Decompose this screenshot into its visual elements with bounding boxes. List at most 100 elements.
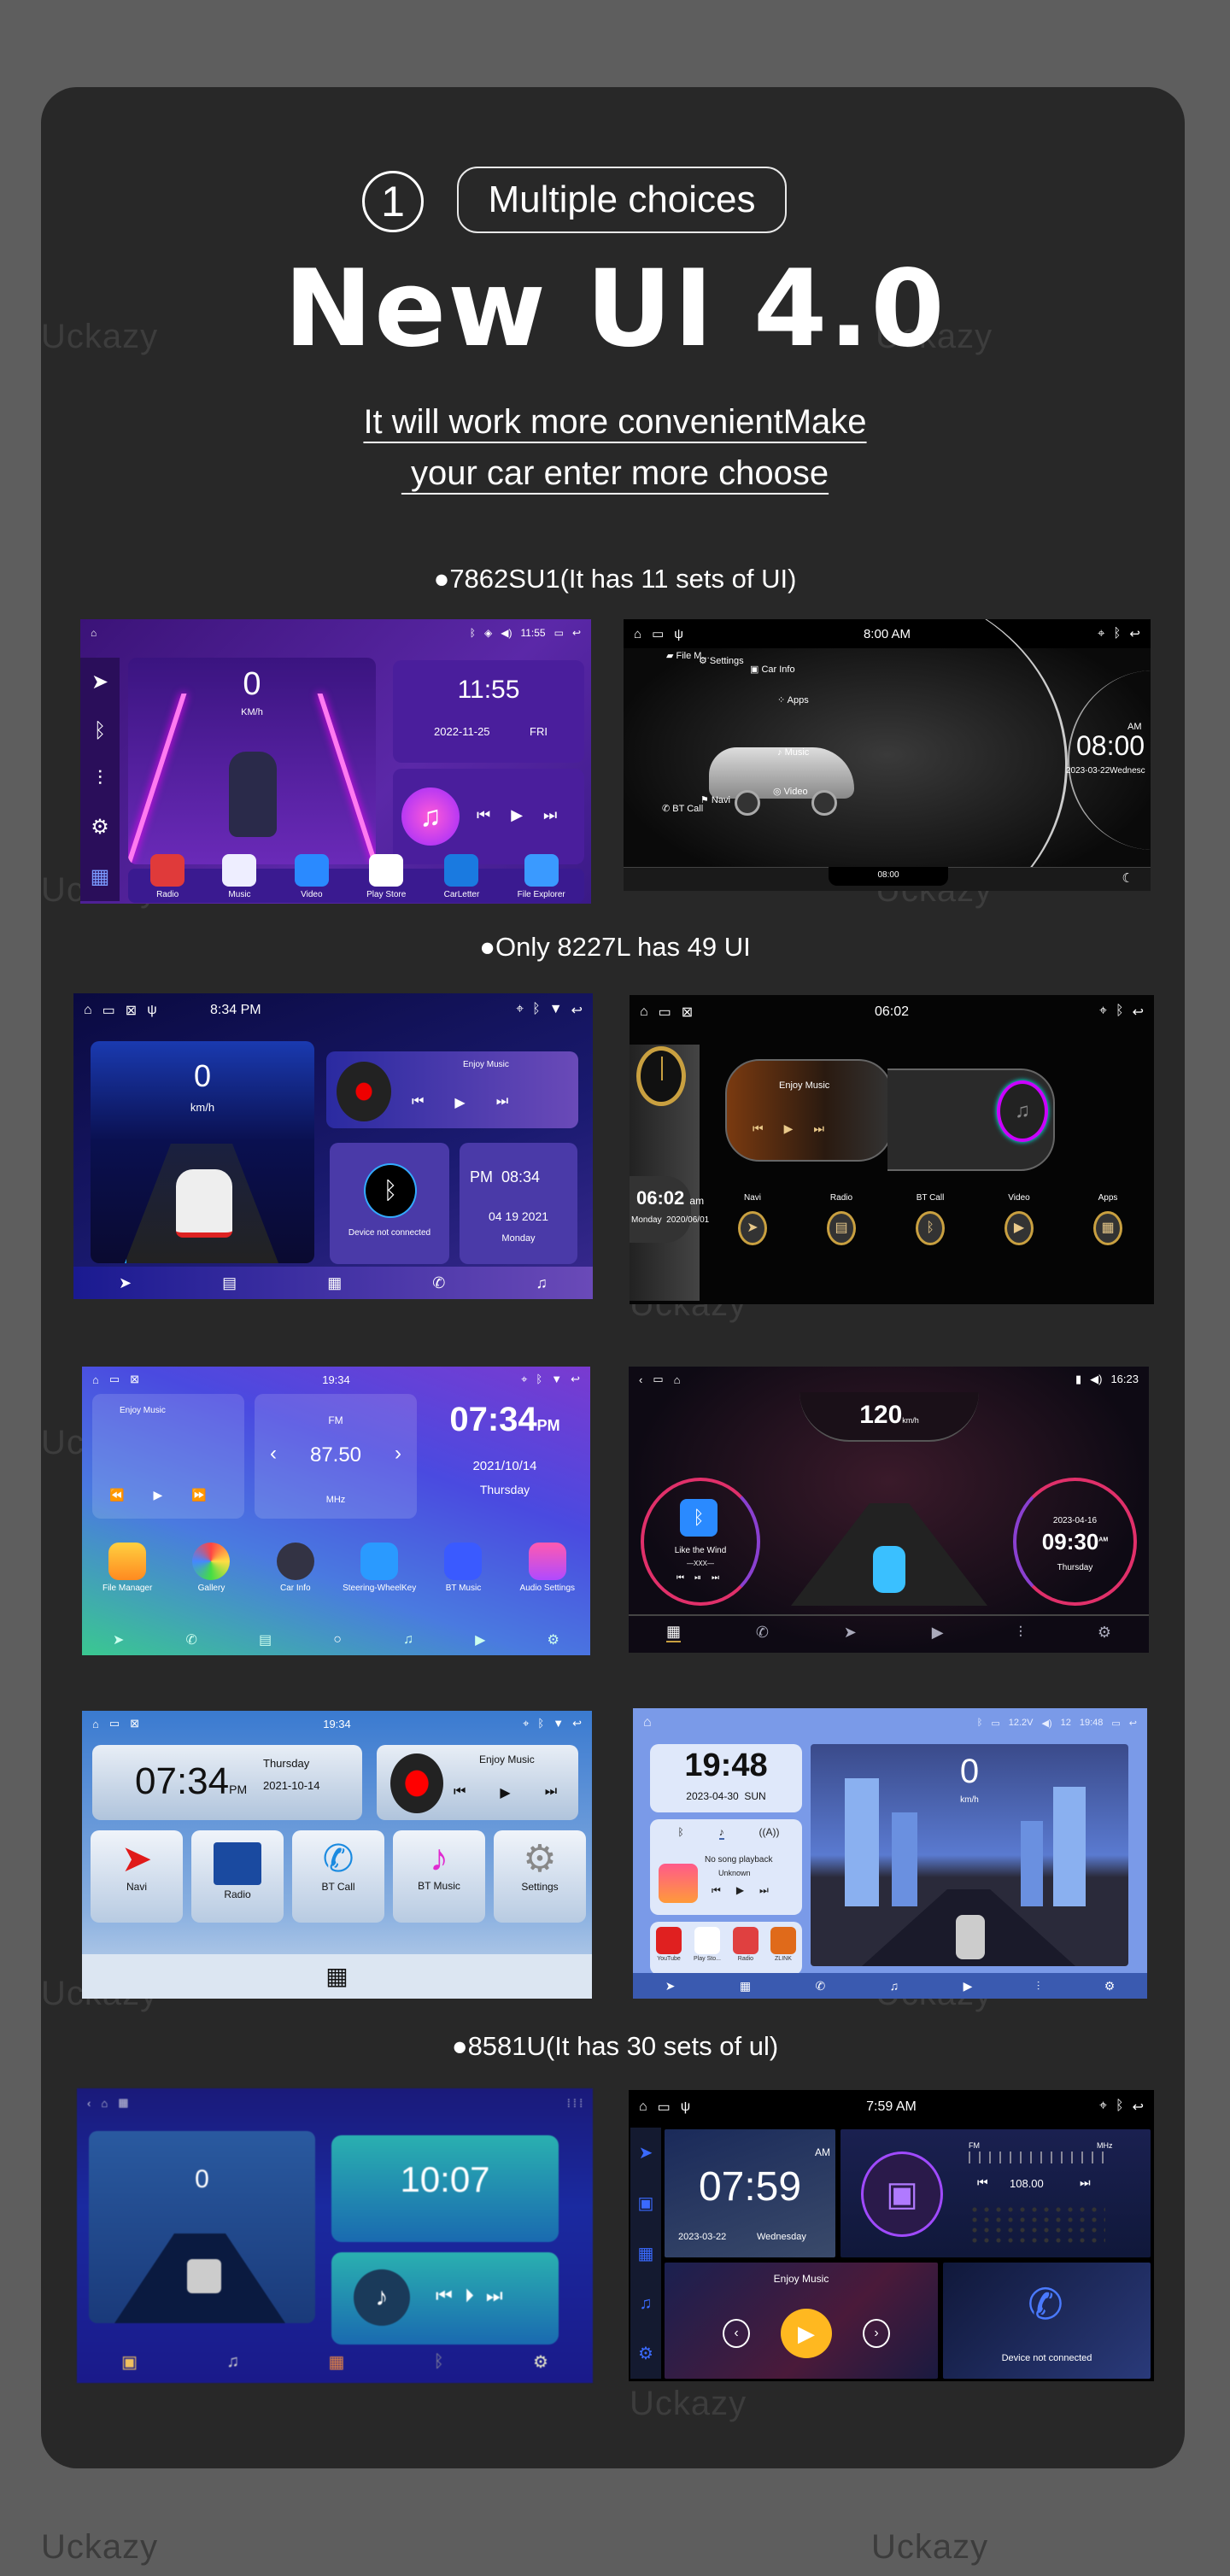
back-icon[interactable]: ↩ bbox=[1129, 626, 1140, 641]
app-radio[interactable]: Radio bbox=[150, 854, 185, 899]
app-bt-music[interactable]: BT Music bbox=[425, 1543, 501, 1593]
app-carletter[interactable]: CarLetter bbox=[444, 854, 479, 899]
gear-icon[interactable]: ⚙ bbox=[533, 2351, 548, 2373]
home-button-icon[interactable]: ○ bbox=[333, 1632, 342, 1648]
gear-icon[interactable]: ⚙ bbox=[548, 1631, 559, 1648]
next-icon[interactable]: ⏭ bbox=[813, 1121, 824, 1136]
back-icon[interactable]: ↩ bbox=[1133, 1004, 1144, 1021]
tile-bt-call[interactable]: ✆ BT Call bbox=[292, 1830, 384, 1923]
bluetooth-icon[interactable]: ᛒ bbox=[677, 1826, 683, 1840]
next-icon[interactable]: ⏭ bbox=[496, 1094, 508, 1111]
night-mode-icon[interactable]: ☾ bbox=[1122, 870, 1133, 886]
home-icon[interactable]: ⌂ bbox=[84, 1003, 92, 1018]
music-widget[interactable]: ♪ ⏮ ⏵ ⏭ bbox=[331, 2252, 559, 2345]
play-pause-icon[interactable]: ⏯ bbox=[694, 1573, 701, 1583]
home-icon[interactable]: ⌂ bbox=[101, 2097, 108, 2110]
app-play-store[interactable]: Play Store bbox=[366, 854, 406, 899]
apps-grid-icon[interactable]: ▦ bbox=[329, 2351, 345, 2373]
app-steering-wheel-key[interactable]: Steering-WheelKey bbox=[341, 1543, 418, 1593]
recent-apps-icon[interactable]: ▭ bbox=[109, 1373, 120, 1386]
recent-apps-icon[interactable]: ▭ bbox=[554, 627, 564, 639]
play-icon[interactable]: ▶ bbox=[784, 1121, 794, 1136]
app-bt-call[interactable]: BT Call ᛒ bbox=[916, 1193, 945, 1245]
back-icon[interactable]: ↩ bbox=[572, 627, 581, 639]
music-ring[interactable] bbox=[641, 1478, 760, 1606]
back-icon[interactable]: ↩ bbox=[572, 1717, 582, 1730]
clock-widget[interactable]: 11:55 2022-11-25 FRI bbox=[393, 660, 584, 763]
menu-navi[interactable]: ⚑ Navi bbox=[700, 794, 730, 805]
music-icon[interactable]: ♫ bbox=[890, 1979, 899, 1993]
play-icon[interactable]: ▶ bbox=[153, 1488, 162, 1502]
music-icon[interactable]: ♫ bbox=[640, 2294, 653, 2314]
back-icon[interactable]: ↩ bbox=[1133, 2099, 1144, 2116]
play-icon[interactable]: ▶ bbox=[511, 806, 523, 824]
music-widget[interactable]: ᛒ ♪ ((A)) No song playback Unknown ⏮ ▶ ⏭ bbox=[650, 1819, 802, 1915]
apps-icon[interactable]: ▦ bbox=[118, 2096, 128, 2110]
previous-icon[interactable]: ⏮ bbox=[676, 1573, 684, 1583]
clock-widget[interactable]: 19:48 2023-04-30 SUN bbox=[650, 1744, 802, 1812]
apps-grid-icon[interactable]: ▦ bbox=[638, 2243, 654, 2264]
recent-apps-icon[interactable]: ▭ bbox=[1111, 1718, 1120, 1729]
menu-apps[interactable]: ⁘ Apps bbox=[777, 694, 809, 705]
apps-grid-icon[interactable]: ▦ bbox=[665, 1623, 681, 1642]
music-widget[interactable] bbox=[725, 1059, 893, 1162]
phone-icon[interactable]: ✆ bbox=[186, 1631, 197, 1648]
gear-icon[interactable]: ⚙ bbox=[1098, 1624, 1111, 1642]
menu-video[interactable]: ◎ Video bbox=[773, 786, 808, 797]
video-icon[interactable]: ▶ bbox=[932, 1624, 944, 1642]
previous-icon[interactable]: ⏮ bbox=[454, 1784, 466, 1801]
navigation-icon[interactable]: ➤ bbox=[91, 670, 108, 694]
next-icon[interactable]: ⏭ bbox=[545, 1784, 557, 1801]
previous-icon[interactable]: ⏮ bbox=[412, 1094, 424, 1111]
next-icon[interactable]: ⏭ bbox=[543, 806, 557, 824]
home-icon[interactable]: ⌂ bbox=[640, 1004, 648, 1020]
app-apps[interactable]: Apps ▦ bbox=[1093, 1193, 1122, 1245]
play-icon[interactable]: ▶ bbox=[781, 2309, 832, 2358]
apps-grid-icon[interactable]: ▦ bbox=[91, 864, 110, 889]
tile-settings[interactable]: ⚙ Settings bbox=[494, 1830, 586, 1923]
rewind-icon[interactable]: ⏪ bbox=[109, 1488, 124, 1502]
tile-navi[interactable]: ➤ Navi bbox=[91, 1830, 183, 1923]
app-video[interactable]: Video ▶ bbox=[1004, 1193, 1034, 1245]
radio-icon[interactable]: ▣ bbox=[121, 2351, 138, 2373]
menu-car-info[interactable]: ▣ Car Info bbox=[750, 664, 795, 675]
recent-apps-icon[interactable]: ▭ bbox=[653, 1373, 663, 1386]
music-widget[interactable]: Enjoy Music ⏪ ▶ ⏩ bbox=[92, 1394, 244, 1519]
clock-widget[interactable]: 10:07 bbox=[331, 2135, 559, 2242]
next-station-icon[interactable]: › bbox=[395, 1442, 401, 1466]
radio-icon[interactable]: ▤ bbox=[259, 1631, 272, 1648]
app-video[interactable]: Video bbox=[294, 854, 329, 899]
gear-icon[interactable]: ⚙ bbox=[91, 815, 109, 840]
next-icon[interactable]: › bbox=[863, 2319, 890, 2348]
back-icon[interactable]: ‹ bbox=[87, 2097, 91, 2110]
bluetooth-icon[interactable]: ᛒ bbox=[434, 2352, 444, 2372]
navigation-icon[interactable]: ➤ bbox=[665, 1979, 676, 1993]
app-radio[interactable]: Radio ▤ bbox=[827, 1193, 856, 1245]
music-widget[interactable]: Enjoy Music ‹ ▶ › bbox=[665, 2263, 938, 2379]
recent-apps-icon[interactable]: ▭ bbox=[658, 2099, 671, 2116]
video-icon[interactable]: ▶ bbox=[475, 1631, 485, 1648]
recent-apps-icon[interactable]: ▭ bbox=[652, 626, 664, 641]
bluetooth-icon[interactable]: ᛒ bbox=[94, 719, 106, 743]
previous-icon[interactable]: ⏮ bbox=[753, 1121, 764, 1136]
app-gallery[interactable]: Gallery bbox=[173, 1543, 249, 1593]
next-icon[interactable]: ⏭ bbox=[712, 1573, 719, 1583]
home-icon[interactable]: ⌂ bbox=[634, 627, 641, 641]
screen-icon[interactable]: ⊠ bbox=[130, 1373, 139, 1386]
recent-apps-icon[interactable]: ▭ bbox=[102, 1002, 115, 1019]
navigation-icon[interactable]: ➤ bbox=[119, 1274, 132, 1292]
apps-grid-icon[interactable]: ▦ bbox=[327, 1274, 342, 1292]
back-icon[interactable]: ‹ bbox=[639, 1373, 642, 1386]
fast-forward-icon[interactable]: ⏩ bbox=[191, 1488, 206, 1502]
bluetooth-widget[interactable]: ᛒ Device not connected bbox=[330, 1143, 449, 1264]
music-icon[interactable]: ♫ bbox=[536, 1274, 548, 1292]
back-icon[interactable]: ↩ bbox=[1129, 1718, 1137, 1729]
home-icon[interactable]: ⌂ bbox=[639, 2099, 647, 2115]
screen-icon[interactable]: ⊠ bbox=[130, 1717, 139, 1730]
play-icon[interactable]: ▶ bbox=[736, 1884, 744, 1897]
clock-widget[interactable]: PM 08:34 04 19 2021 Monday bbox=[460, 1143, 577, 1264]
previous-icon[interactable]: ⏮ bbox=[436, 2285, 453, 2307]
equalizer-icon[interactable]: ⫶ bbox=[1037, 1979, 1040, 1993]
home-icon[interactable]: ⌂ bbox=[643, 1715, 652, 1730]
radio-widget[interactable]: FM ‹ 87.50 › MHz bbox=[255, 1394, 417, 1519]
